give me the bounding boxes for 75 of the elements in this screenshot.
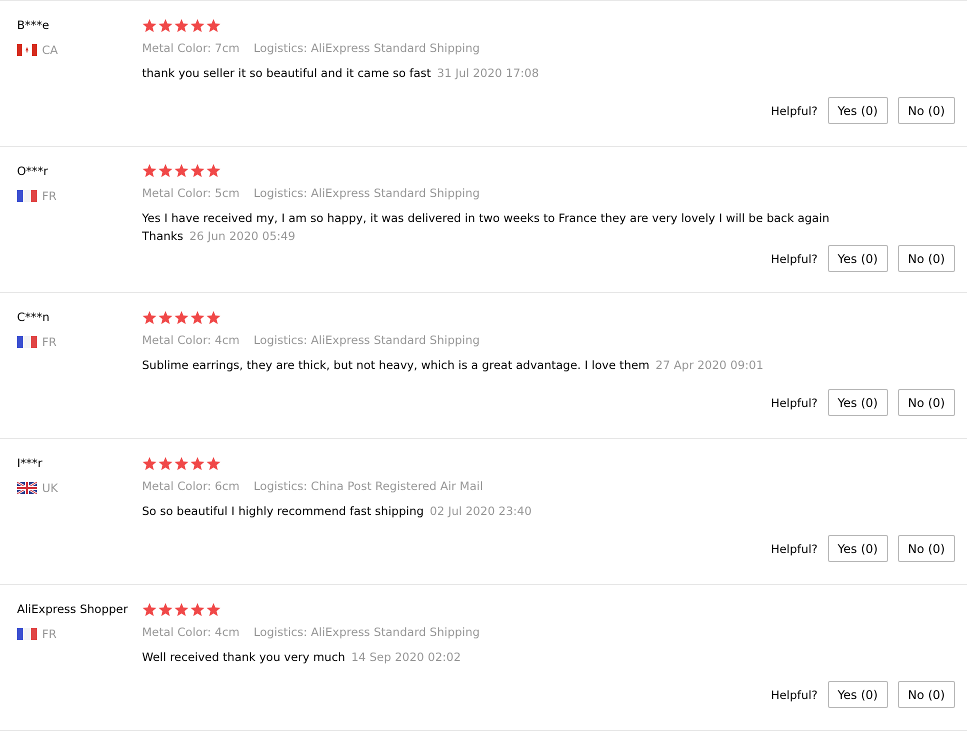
review-date: 14 Sep 2020 02:02 [351,650,461,664]
logistics-info: Logistics: AliExpress Standard Shipping [254,625,480,639]
no-button[interactable]: No (0) [898,535,955,562]
star-icon [174,163,189,178]
yes-button[interactable]: Yes (0) [828,681,888,708]
star-icon [206,602,221,616]
color-spec: Metal Color: 4cm [142,333,240,347]
review-text: thank you seller it so beautiful and it came so fast 31 Jul 2020 17:08 [142,65,540,82]
color-spec: Metal Color: 6cm [142,479,240,493]
no-button[interactable]: No (0) [898,681,955,708]
flag-icon [17,44,37,56]
star-icon [174,456,189,470]
flag-icon [17,190,37,202]
review-date: 02 Jul 2020 23:40 [430,504,532,518]
helpful-label: Helpful? [770,542,818,556]
star-icon [206,310,221,324]
star-icon [142,163,157,178]
country-code: FR [42,335,57,349]
review-text: Sublime earrings, they are thick, but not heavy, which is a great advantage. I love them 27 Apr 2020 09:01 [142,357,764,374]
country-code: FR [42,189,57,203]
helpful-label: Helpful? [770,688,818,702]
flag-icon [17,482,37,494]
reviewer-name: O***r [17,163,50,179]
review-text: Well received thank you very much 14 Sep 2020 02:02 [142,649,462,666]
star-icon [190,602,205,616]
star-icon [206,163,221,178]
logistics-info: Logistics: China Post Registered Air Mail [254,479,484,493]
color-spec: Metal Color: 7cm [142,41,240,55]
star-icon [142,18,157,32]
yes-button[interactable]: Yes (0) [828,97,888,124]
star-icon [190,456,205,470]
review-date: 27 Apr 2020 09:01 [656,358,764,372]
helpful-label: Helpful? [770,252,818,266]
country-code: UK [42,481,58,495]
country-code: CA [42,43,58,57]
star-icon [190,18,205,32]
country-code: FR [42,627,57,641]
logistics-info: Logistics: AliExpress Standard Shipping [254,186,480,200]
star-icon [158,310,173,324]
review-date: 26 Jun 2020 05:49 [189,229,296,243]
reviewer-name: B***e [17,17,50,33]
reviewer-name: AliExpress Shopper [17,601,129,617]
yes-button[interactable]: Yes (0) [828,245,888,272]
no-button[interactable]: No (0) [898,245,955,272]
review-text: So so beautiful I highly recommend fast shipping 02 Jul 2020 23:40 [142,503,533,520]
star-icon [190,310,205,324]
flag-icon [17,628,37,640]
star-icon [158,163,173,178]
star-icon [174,18,189,32]
star-icon [206,18,221,32]
color-spec: Metal Color: 4cm [142,625,240,639]
color-spec: Metal Color: 5cm [142,186,240,200]
review-date: 31 Jul 2020 17:08 [437,66,539,80]
star-icon [158,456,173,470]
flag-icon [17,336,37,348]
star-icon [158,602,173,616]
star-icon [142,456,157,470]
yes-button[interactable]: Yes (0) [828,389,888,416]
review-text: Yes I have received my, I am so happy, it was delivered in two weeks to France they are very lovely I will be back again Thanks 26 Jun 2020 05:49 [142,210,830,245]
star-icon [142,310,157,324]
star-icon [206,456,221,470]
helpful-label: Helpful? [770,396,818,410]
star-icon [174,602,189,616]
reviewer-name: C***n [17,309,51,325]
no-button[interactable]: No (0) [898,97,955,124]
star-icon [142,602,157,616]
star-icon [174,310,189,324]
helpful-label: Helpful? [770,104,818,118]
logistics-info: Logistics: AliExpress Standard Shipping [254,41,480,55]
reviewer-name: I***r [17,455,44,471]
star-icon [158,18,173,32]
yes-button[interactable]: Yes (0) [828,535,888,562]
star-icon [190,163,205,178]
logistics-info: Logistics: AliExpress Standard Shipping [254,333,480,347]
no-button[interactable]: No (0) [898,389,955,416]
